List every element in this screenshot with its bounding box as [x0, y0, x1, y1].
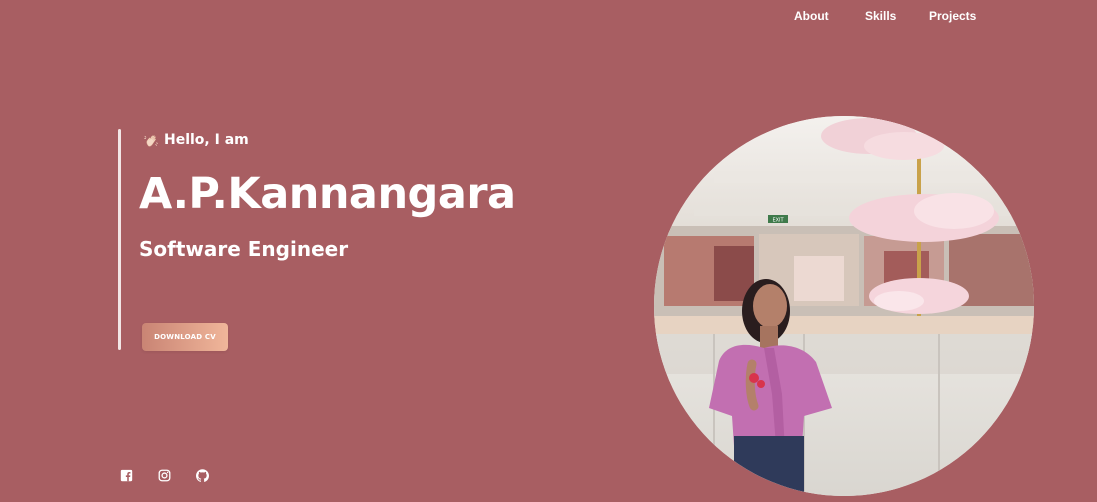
greeting: Hello, I am [144, 132, 249, 148]
waving-hand-icon [144, 133, 159, 148]
exit-sign-text: EXIT [772, 218, 784, 224]
nav-skills-link[interactable]: Skills [865, 8, 901, 24]
social-links [119, 468, 209, 482]
github-icon[interactable] [195, 468, 209, 482]
greeting-text: Hello, I am [164, 132, 249, 148]
hero-role: Software Engineer [139, 237, 349, 261]
facebook-icon[interactable] [119, 468, 133, 482]
profile-photo: EXIT [654, 116, 1034, 496]
download-cv-button[interactable]: DOWNLOAD CV [142, 323, 228, 351]
instagram-icon[interactable] [157, 468, 171, 482]
nav-about-link[interactable]: About [794, 8, 834, 24]
hero-name: A.P.Kannangara [139, 169, 516, 219]
vertical-accent-line [118, 129, 121, 350]
nav-projects-link[interactable]: Projects [929, 8, 983, 24]
